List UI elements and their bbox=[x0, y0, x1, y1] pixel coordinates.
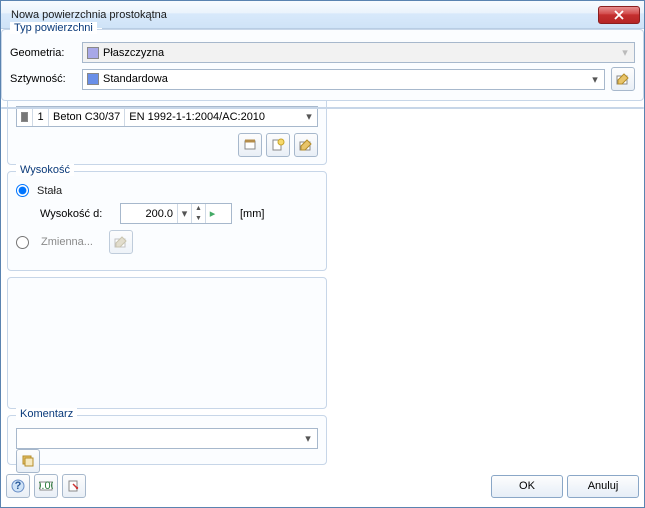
height-const-label: Stała bbox=[37, 185, 62, 197]
arrow-right-icon[interactable]: ▸ bbox=[205, 204, 219, 223]
material-new-button[interactable] bbox=[266, 133, 290, 157]
height-label: Wysokość bbox=[16, 164, 74, 176]
ok-button[interactable]: OK bbox=[491, 475, 563, 498]
material-index: 1 bbox=[33, 107, 49, 126]
preview-panel: Grubość powierzchni 'Stała' bbox=[1, 107, 644, 109]
stiffness-value: Standardowa bbox=[103, 73, 168, 85]
material-library-button[interactable] bbox=[238, 133, 262, 157]
blank-panel-mid bbox=[7, 277, 327, 409]
spin-down-icon[interactable]: ▼ bbox=[192, 214, 205, 224]
geometry-label: Geometria: bbox=[10, 47, 76, 59]
height-d-spinner[interactable]: ▾ ▲ ▼ ▸ bbox=[120, 203, 232, 224]
height-var-label: Zmienna... bbox=[41, 236, 93, 248]
material-name: Beton C30/37 bbox=[49, 107, 125, 126]
geometry-combo[interactable]: Płaszczyzna ▾ bbox=[82, 42, 635, 63]
height-d-unit: [mm] bbox=[240, 208, 264, 220]
comment-pick-button[interactable] bbox=[16, 449, 40, 473]
stiffness-edit-button[interactable] bbox=[611, 67, 635, 91]
material-edit-button[interactable] bbox=[294, 133, 318, 157]
height-d-label: Wysokość d: bbox=[40, 208, 112, 220]
height-var-edit-button[interactable] bbox=[109, 230, 133, 254]
chevron-down-icon[interactable]: ▾ bbox=[618, 43, 632, 62]
chevron-down-icon[interactable]: ▾ bbox=[301, 429, 315, 448]
chevron-down-icon[interactable]: ▾ bbox=[588, 70, 602, 89]
units-button[interactable]: 0.00 bbox=[34, 474, 58, 498]
spin-up-icon[interactable]: ▲ bbox=[192, 204, 205, 214]
comment-label: Komentarz bbox=[16, 408, 77, 420]
geometry-value: Płaszczyzna bbox=[103, 47, 164, 59]
cancel-button[interactable]: Anuluj bbox=[567, 475, 639, 498]
help-button[interactable]: ? bbox=[6, 474, 30, 498]
material-combo[interactable]: 1 Beton C30/37 EN 1992-1-1:2004/AC:2010 … bbox=[16, 106, 318, 127]
height-var-radio[interactable] bbox=[16, 236, 29, 249]
height-d-input[interactable] bbox=[121, 204, 177, 223]
svg-text:?: ? bbox=[15, 480, 22, 492]
close-button[interactable] bbox=[598, 6, 640, 24]
comment-value bbox=[21, 433, 301, 444]
stiffness-swatch-icon bbox=[87, 73, 99, 85]
window-title: Nowa powierzchnia prostokątna bbox=[11, 9, 167, 21]
stiffness-label: Sztywność: bbox=[10, 73, 76, 85]
material-swatch-icon bbox=[21, 112, 28, 122]
height-const-radio[interactable] bbox=[16, 184, 29, 197]
comment-combo[interactable]: ▾ bbox=[16, 428, 318, 449]
options-button[interactable] bbox=[62, 474, 86, 498]
material-standard: EN 1992-1-1:2004/AC:2010 bbox=[125, 107, 301, 126]
chevron-down-icon[interactable]: ▾ bbox=[177, 204, 191, 223]
chevron-down-icon[interactable]: ▾ bbox=[301, 110, 317, 123]
geometry-swatch-icon bbox=[87, 47, 99, 59]
surface-type-label: Typ powierzchni bbox=[10, 22, 97, 34]
stiffness-combo[interactable]: Standardowa ▾ bbox=[82, 69, 605, 90]
svg-text:0.00: 0.00 bbox=[39, 480, 53, 492]
titlebar: Nowa powierzchnia prostokątna bbox=[1, 1, 644, 29]
